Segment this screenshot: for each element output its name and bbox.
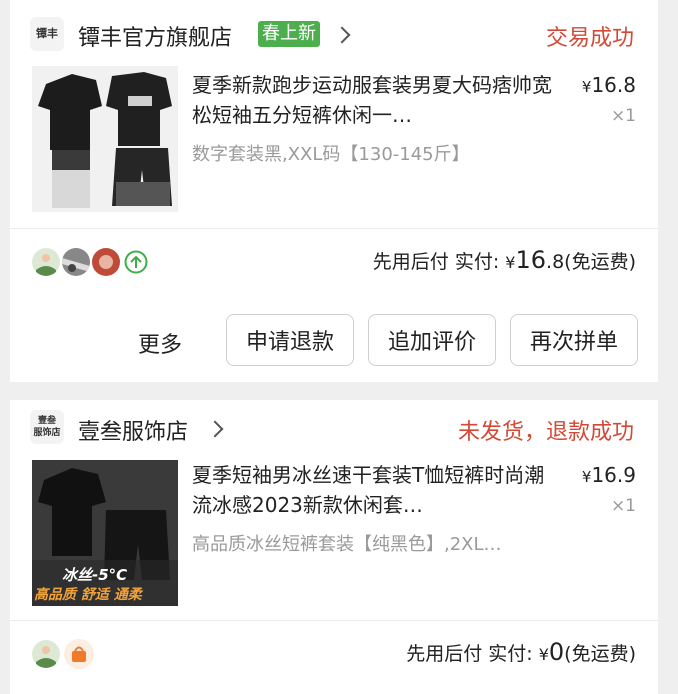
reorder-group-button[interactable]: 再次拼单: [510, 314, 638, 366]
currency-symbol: ¥: [538, 645, 549, 664]
product-quantity: ×1: [610, 496, 636, 516]
chevron-right-icon[interactable]: [333, 26, 351, 44]
buyer-avatar: [92, 248, 120, 276]
product-price: ¥16.8: [582, 73, 636, 97]
price-decimal: .9: [616, 463, 636, 487]
price-integer: 16: [591, 73, 617, 97]
product-photo-tracksuit: [32, 66, 178, 212]
product-image[interactable]: [32, 66, 178, 212]
image-caption: 冰丝-5°C: [62, 566, 128, 584]
image-tagline: 高品质 舒适 通柔: [34, 587, 142, 603]
shop-logo[interactable]: 镡丰: [30, 17, 64, 51]
shop-name[interactable]: 镡丰官方旗舰店: [78, 20, 232, 52]
payment-label: 先用后付 实付:: [406, 643, 533, 665]
divider: [10, 228, 658, 229]
shop-logo[interactable]: 壹叁 服饰店: [30, 410, 64, 444]
paid-amount-integer: 0: [548, 638, 565, 666]
buyer-avatar: [32, 640, 60, 668]
buyer-avatar: [32, 248, 60, 276]
handbag-icon: [64, 639, 94, 669]
payment-summary: 先用后付 实付: ¥0(免运费): [406, 638, 636, 666]
more-actions-button[interactable]: 更多: [138, 327, 182, 359]
divider: [10, 620, 658, 621]
chevron-right-icon[interactable]: [206, 420, 224, 438]
request-refund-button[interactable]: 申请退款: [226, 314, 354, 366]
order-card-1: 镡丰 镡丰官方旗舰店 春上新 交易成功 夏季新款跑步运动服套装男夏大码痞帅宽松短…: [10, 0, 658, 382]
order-card-2: 壹叁 服饰店 壹叁服饰店 未发货，退款成功 冰丝-5°C 高品质 舒适 通柔 夏…: [10, 400, 658, 694]
product-sku: 数字套装黑,XXL码【130-145斤】: [192, 144, 470, 165]
shipping-note: (免运费): [564, 251, 636, 273]
product-sku: 高品质冰丝短裤套装【纯黑色】,2XL…: [192, 534, 502, 555]
arrow-up-circle-icon: [124, 250, 148, 278]
price-integer: 16: [591, 463, 617, 487]
buyer-avatar: [62, 248, 90, 276]
add-review-button[interactable]: 追加评价: [368, 314, 496, 366]
product-quantity: ×1: [610, 106, 636, 126]
shop-logo-text: 镡丰: [36, 27, 58, 40]
product-price: ¥16.9: [582, 463, 636, 487]
order-status: 交易成功: [545, 26, 634, 51]
shipping-note: (免运费): [564, 643, 636, 665]
paid-amount-integer: 16: [515, 246, 547, 274]
shop-name[interactable]: 壹叁服饰店: [78, 414, 188, 446]
product-title[interactable]: 夏季新款跑步运动服套装男夏大码痞帅宽松短袖五分短裤休闲一…: [192, 70, 560, 130]
new-season-badge: 春上新: [258, 21, 320, 47]
payment-label: 先用后付 实付:: [372, 251, 500, 273]
paid-amount-decimal: .8: [546, 251, 565, 273]
shop-logo-text: 壹叁 服饰店: [33, 416, 61, 438]
order-status: 未发货，退款成功: [457, 420, 634, 445]
payment-summary: 先用后付 实付: ¥16.8(免运费): [373, 246, 636, 274]
product-title[interactable]: 夏季短袖男冰丝速干套装T恤短裤时尚潮流冰感2023新款休闲套…: [192, 460, 560, 520]
product-image[interactable]: 冰丝-5°C 高品质 舒适 通柔: [32, 460, 178, 606]
price-decimal: .8: [616, 73, 636, 97]
currency-symbol: ¥: [505, 253, 516, 272]
